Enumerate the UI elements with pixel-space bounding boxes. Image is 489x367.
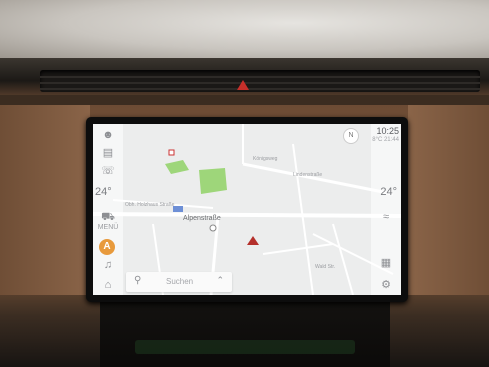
- infotainment-screen[interactable]: Alpenstraße Obh. Holzhaus Straße Lindens…: [93, 124, 401, 295]
- temp-right-value: 24: [380, 186, 393, 198]
- air-vent: [40, 70, 480, 92]
- compass-icon[interactable]: N: [343, 128, 359, 144]
- search-bar[interactable]: ⚲ Suchen ⌃: [126, 272, 232, 292]
- car-icon[interactable]: ⛟: [100, 210, 116, 224]
- poi-marker[interactable]: [173, 206, 183, 212]
- clock-sub-info: 8°C 21:44: [372, 137, 399, 143]
- temp-left-value: 24: [95, 186, 108, 198]
- dashboard-top: [0, 0, 489, 58]
- assist-badge[interactable]: A: [99, 239, 115, 255]
- media-icon[interactable]: ▤: [100, 146, 116, 160]
- climate-temp-right[interactable]: 24°: [380, 186, 397, 198]
- music-icon[interactable]: ♫: [100, 258, 116, 272]
- car-menu-label: MENÜ: [97, 224, 119, 231]
- map-street-label: Alpenstraße: [183, 215, 221, 222]
- poi-marker[interactable]: [168, 149, 175, 156]
- search-input[interactable]: Suchen: [166, 277, 193, 286]
- wood-trim: [0, 95, 489, 105]
- center-console: [100, 300, 390, 367]
- temp-left-unit: °: [107, 186, 112, 198]
- left-sidebar: ☻ ▤ ☏ 24° ⛟ MENÜ A ♫ ⌂: [93, 124, 123, 295]
- person-icon[interactable]: ☻: [100, 128, 116, 142]
- vent-slat: [40, 76, 480, 78]
- vent-slat: [40, 88, 480, 90]
- map-street-label: Obh. Holzhaus Straße: [125, 202, 175, 208]
- map-street-label: Lindenstraße: [293, 172, 323, 178]
- map-street-label: Wald Str.: [315, 264, 336, 270]
- hazard-button-icon[interactable]: [237, 80, 249, 90]
- road-main: [93, 212, 401, 218]
- ambient-light: [135, 340, 355, 354]
- home-icon[interactable]: ⌂: [100, 278, 116, 292]
- nav-mode-icon[interactable]: ▦: [378, 256, 394, 270]
- right-sidebar: 10:25 8°C 21:44 24° ≈ ▦ ⚙: [371, 124, 401, 295]
- settings-icon[interactable]: ⚙: [378, 278, 394, 292]
- climate-temp-left[interactable]: 24°: [95, 186, 112, 198]
- poi-marker[interactable]: [209, 224, 217, 232]
- map-street-label: Königsweg: [253, 156, 278, 162]
- temp-right-unit: °: [392, 186, 397, 198]
- navigation-map[interactable]: [93, 124, 401, 295]
- park-area: [199, 168, 227, 194]
- infotainment-bezel: Alpenstraße Obh. Holzhaus Straße Lindens…: [86, 117, 408, 302]
- leather-panel-right: [408, 105, 489, 295]
- phone-icon[interactable]: ☏: [100, 164, 116, 178]
- clock: 10:25: [376, 126, 399, 136]
- seat-heat-icon[interactable]: ≈: [378, 210, 394, 224]
- vent-slat: [40, 82, 480, 84]
- vehicle-position-icon: [247, 236, 259, 245]
- car-interior-photo: Alpenstraße Obh. Holzhaus Straße Lindens…: [0, 0, 489, 367]
- leather-panel-left: [0, 105, 90, 295]
- map-background: [93, 124, 401, 295]
- chevron-up-icon[interactable]: ⌃: [216, 275, 224, 286]
- search-icon: ⚲: [134, 275, 142, 286]
